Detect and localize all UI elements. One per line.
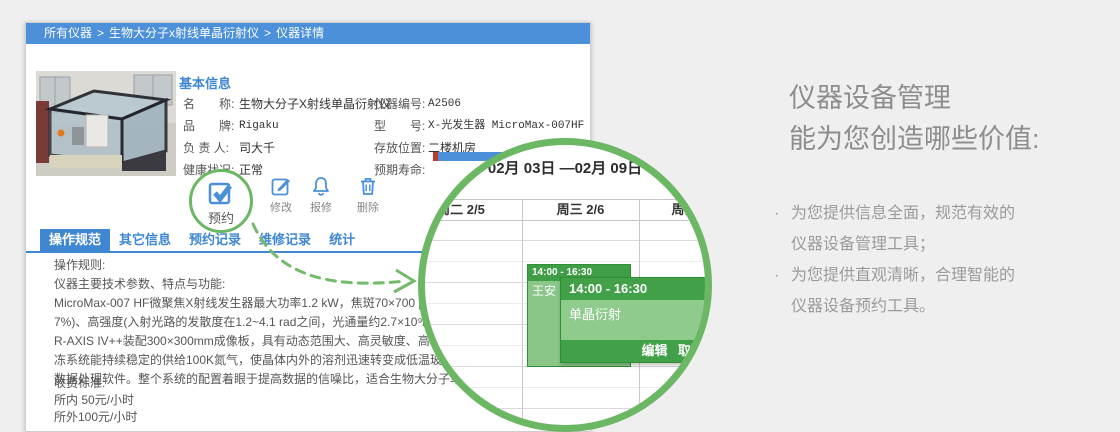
field-label: 品 牌: [183, 119, 235, 133]
equipment-photo [36, 71, 176, 176]
edit-pencil-icon [271, 178, 290, 196]
popup-actions: 编辑 取消 [561, 340, 705, 362]
field-label: 存放位置: [374, 141, 426, 155]
breadcrumb-item-detail: 仪器详情 [276, 26, 325, 40]
field-value: 生物大分子X射线单晶衍射仪 [239, 97, 392, 111]
tab-other-info[interactable]: 其它信息 [110, 229, 180, 251]
fee-line: 收费标准: [54, 376, 106, 390]
breadcrumb-separator: > [97, 26, 105, 40]
fee-line: 所内 50元/小时 [54, 393, 135, 407]
benefit-text: 为您提供信息全面，规范有效的 [791, 205, 1016, 222]
benefit-item: · 为您提供信息全面，规范有效的 仪器设备管理工具； [774, 198, 1015, 260]
day-header-tue[interactable]: 周二 2/5 [425, 200, 522, 220]
field-value: A2506 [428, 98, 462, 110]
field-value: Rigaku [239, 120, 279, 132]
field-serial: 仪器编号: A2506 [374, 93, 584, 115]
benefit-text: 为您提供直观清晰，合理智能的 [791, 267, 1016, 284]
calendar-view: 02月 03日 —02月 09日 周二 2/5 周三 2/6 周四 14:00 … [425, 145, 705, 425]
field-value: X-光发生器 MicroMax-007HF [428, 120, 585, 132]
benefit-item: · 为您提供直观清晰，合理智能的 仪器设备预约工具。 [774, 260, 1015, 322]
breadcrumb-separator: > [264, 26, 272, 40]
day-header-wed[interactable]: 周三 2/6 [522, 200, 639, 220]
benefit-text: 仪器设备预约工具。 [791, 298, 936, 315]
calendar-week-range: 02月 03日 —02月 09日 [487, 160, 643, 177]
bullet-dot: · [774, 267, 780, 284]
marketing-heading: 仪器设备管理 能为您创造哪些价值: [789, 78, 1040, 160]
breadcrumb-item-instrument[interactable]: 生物大分子x射线单晶衍射仪 [109, 26, 259, 40]
edit-button[interactable]: 修改 [261, 176, 301, 215]
benefit-text: 仪器设备管理工具； [791, 236, 936, 253]
page: 所有仪器 > 生物大分子x射线单晶衍射仪 > 仪器详情 基本信息 名 称: 生物… [0, 0, 1120, 432]
fee-standard-text: 收费标准: 所内 50元/小时 所外100元/小时 [54, 375, 137, 426]
basic-info-title: 基本信息 [179, 76, 232, 91]
field-manager: 负 责 人: 司大千 [183, 137, 391, 159]
breadcrumb-item-all-instruments[interactable]: 所有仪器 [44, 26, 92, 40]
event-popup: 14:00 - 16:30 单晶衍射 编辑 取消 [560, 277, 705, 363]
popup-edit-button[interactable]: 编辑 [642, 343, 668, 358]
breadcrumb: 所有仪器 > 生物大分子x射线单晶衍射仪 > 仪器详情 [26, 23, 590, 44]
day-header-thu[interactable]: 周四 [639, 200, 705, 220]
field-model: 型 号: X-光发生器 MicroMax-007HF [374, 115, 584, 137]
tab-operation-rules[interactable]: 操作规范 [40, 229, 111, 251]
basic-info-left-column: 名 称: 生物大分子X射线单晶衍射仪 品 牌: Rigaku 负 责 人: 司大… [183, 93, 391, 181]
magnifier-circle: 02月 03日 —02月 09日 周二 2/5 周三 2/6 周四 14:00 … [418, 138, 712, 432]
fee-line: 所外100元/小时 [54, 410, 138, 424]
field-name: 名 称: 生物大分子X射线单晶衍射仪 [183, 93, 391, 115]
trash-icon [361, 178, 375, 195]
bullet-dot: · [774, 205, 780, 222]
marketing-heading-line2: 能为您创造哪些价值: [789, 124, 1040, 154]
calendar-column-divider [522, 199, 523, 425]
popup-title: 单晶衍射 [569, 307, 622, 322]
field-value: 司大千 [239, 141, 276, 155]
field-brand: 品 牌: Rigaku [183, 115, 391, 137]
repair-button[interactable]: 报修 [301, 176, 341, 215]
field-label: 仪器编号: [374, 97, 426, 111]
popup-time: 14:00 - 16:30 [561, 278, 705, 300]
checkbox-check-icon [208, 182, 232, 205]
marketing-benefits: · 为您提供信息全面，规范有效的 仪器设备管理工具； · 为您提供直观清晰，合理… [774, 198, 1015, 322]
field-label: 负 责 人: [183, 141, 230, 155]
bell-icon [313, 177, 329, 196]
calendar-day-header-row: 周二 2/5 周三 2/6 周四 [425, 199, 705, 221]
field-label: 型 号: [374, 119, 426, 133]
marketing-heading-line1: 仪器设备管理 [789, 83, 951, 113]
delete-button[interactable]: 删除 [348, 176, 388, 215]
dashed-arrow [238, 212, 438, 312]
popup-cancel-button[interactable]: 取消 [678, 343, 704, 358]
field-label: 名 称: [183, 97, 235, 111]
